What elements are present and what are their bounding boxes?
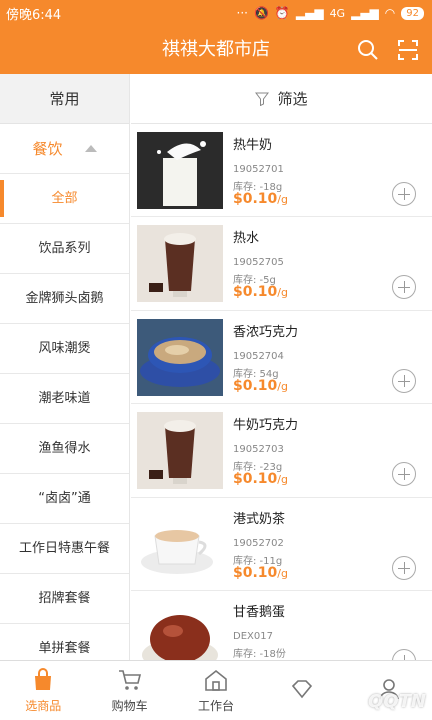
product-name: 牛奶巧克力: [233, 418, 299, 434]
product-stock: 库存: -18份: [233, 648, 286, 660]
sidebar-item-lulu[interactable]: “卤卤”通: [0, 474, 129, 524]
add-to-cart-icon[interactable]: [392, 648, 416, 660]
product-image-goose-egg: [137, 598, 223, 660]
tab-label: 选商品: [25, 699, 62, 713]
cart-icon: [118, 670, 141, 690]
tab-diamond[interactable]: [259, 661, 345, 720]
product-item[interactable]: 甘香鹅蛋 DEX017 库存: -18份: [131, 591, 432, 660]
price-value: $0.10: [233, 191, 278, 207]
bottom-tabbar: 选商品 购物车 工作台 QQTN: [0, 660, 432, 720]
product-price: $0.10/g: [233, 565, 288, 581]
tab-select-products[interactable]: 选商品: [0, 661, 86, 720]
price-value: $0.10: [233, 471, 278, 488]
diamond-icon: [292, 679, 313, 698]
user-icon: [379, 678, 399, 699]
sidebar-item-signature-set[interactable]: 招牌套餐: [0, 574, 129, 624]
status-bar: 傍晚6:44 ··· 🔕 ⏰ ▂▄▆ 4G ▂▄▆ ◠ 92: [0, 0, 432, 26]
battery-icon: 92: [401, 6, 424, 20]
product-price: $0.10/g: [233, 284, 288, 300]
product-name: 热牛奶: [233, 138, 273, 153]
product-item[interactable]: 热水 19052705 库存: -5g $0.10/g: [131, 217, 432, 311]
add-to-cart-icon[interactable]: [392, 368, 416, 393]
mute-icon: 🔕: [253, 6, 269, 20]
product-price: $0.10/g: [233, 471, 288, 487]
product-code: 19052702: [233, 537, 284, 549]
add-to-cart-icon[interactable]: [392, 555, 416, 580]
sidebar-item-old-taste[interactable]: 潮老味道: [0, 374, 129, 424]
network-label: 4G: [329, 6, 346, 20]
scan-icon[interactable]: [396, 38, 420, 62]
home-icon: [205, 669, 227, 691]
product-name: 香浓巧克力: [233, 324, 299, 340]
price-unit: /g: [277, 566, 288, 580]
status-time: 傍晚6:44: [6, 7, 62, 23]
app-header: 祺祺大都市店: [0, 26, 432, 74]
chevron-up-icon: [84, 145, 97, 152]
product-code: 19052705: [233, 257, 284, 269]
sidebar-item-single-set[interactable]: 单拼套餐: [0, 624, 129, 660]
product-price: $0.10/g: [233, 378, 288, 394]
price-unit: /g: [277, 473, 288, 487]
product-item[interactable]: 港式奶茶 19052702 库存: -11g $0.10/g: [131, 498, 432, 591]
signal-icon: ▂▄▆: [295, 6, 324, 20]
tab-profile[interactable]: [346, 661, 432, 720]
product-price: $0.10/g: [233, 191, 288, 207]
filter-label: 筛选: [277, 90, 308, 108]
product-item[interactable]: 香浓巧克力 19052704 库存: 54g $0.10/g: [131, 311, 432, 405]
product-image-hot-water: [137, 225, 223, 303]
product-code: 19052701: [233, 164, 284, 175]
sidebar-item-braised-goose[interactable]: 金牌狮头卤鹅: [0, 274, 129, 324]
sidebar-category-label: 餐饮: [32, 140, 63, 158]
product-image-milk: [137, 132, 223, 209]
product-code: 19052704: [233, 350, 284, 362]
price-value: $0.10: [233, 284, 278, 301]
product-name: 甘香鹅蛋: [233, 604, 286, 620]
product-name: 港式奶茶: [233, 511, 286, 527]
product-code: 19052703: [233, 444, 284, 456]
tab-label: 购物车: [111, 699, 148, 713]
product-name: 热水: [233, 231, 260, 247]
product-image-chocolate: [137, 318, 223, 396]
price-unit: /g: [277, 379, 288, 393]
product-image-milk-tea: [137, 505, 223, 583]
sidebar-item-claypot[interactable]: 风味潮煲: [0, 324, 129, 374]
sidebar-common[interactable]: 常用: [0, 74, 129, 124]
filter-button[interactable]: 筛选: [131, 74, 432, 124]
sidebar-item-drinks[interactable]: 饮品系列: [0, 224, 129, 274]
price-value: $0.10: [233, 564, 278, 581]
status-icons: ··· 🔕 ⏰ ▂▄▆ 4G ▂▄▆ ◠ 92: [237, 6, 424, 20]
sidebar-item-fish[interactable]: 渔鱼得水: [0, 424, 129, 474]
product-item[interactable]: 热牛奶 19052701 库存: -18g $0.10/g: [131, 124, 432, 218]
filter-icon: [255, 92, 270, 106]
product-item[interactable]: 牛奶巧克力 19052703 库存: -23g $0.10/g: [131, 404, 432, 498]
price-unit: /g: [277, 286, 288, 300]
sidebar-category-catering[interactable]: 餐饮: [0, 124, 129, 174]
category-sidebar: 常用 餐饮 全部 饮品系列 金牌狮头卤鹅 风味潮煲 潮老味道 渔鱼得水 “卤卤”…: [0, 74, 130, 660]
add-to-cart-icon[interactable]: [392, 462, 416, 487]
sidebar-item-weekday-lunch[interactable]: 工作日特惠午餐: [0, 524, 129, 574]
tab-workbench[interactable]: 工作台: [173, 661, 259, 720]
product-panel: 筛选 热牛奶 19052701 库存: -18g $0.10/g 热水 1905…: [131, 74, 432, 660]
wifi-icon: ◠: [384, 6, 396, 20]
sidebar-item-all[interactable]: 全部: [0, 174, 129, 224]
product-image-milk-chocolate: [137, 412, 223, 490]
price-value: $0.10: [233, 377, 278, 394]
add-to-cart-icon[interactable]: [392, 275, 416, 300]
signal-icon-2: ▂▄▆: [351, 6, 379, 20]
tab-label: 工作台: [198, 699, 235, 713]
tab-cart[interactable]: 购物车: [86, 661, 172, 720]
add-to-cart-icon[interactable]: [392, 182, 416, 206]
product-code: DEX017: [233, 630, 273, 642]
dots-icon: ···: [236, 6, 248, 20]
bag-icon: [35, 668, 52, 690]
alarm-icon: ⏰: [274, 6, 290, 20]
price-unit: /g: [277, 193, 288, 206]
search-icon[interactable]: [356, 38, 380, 62]
